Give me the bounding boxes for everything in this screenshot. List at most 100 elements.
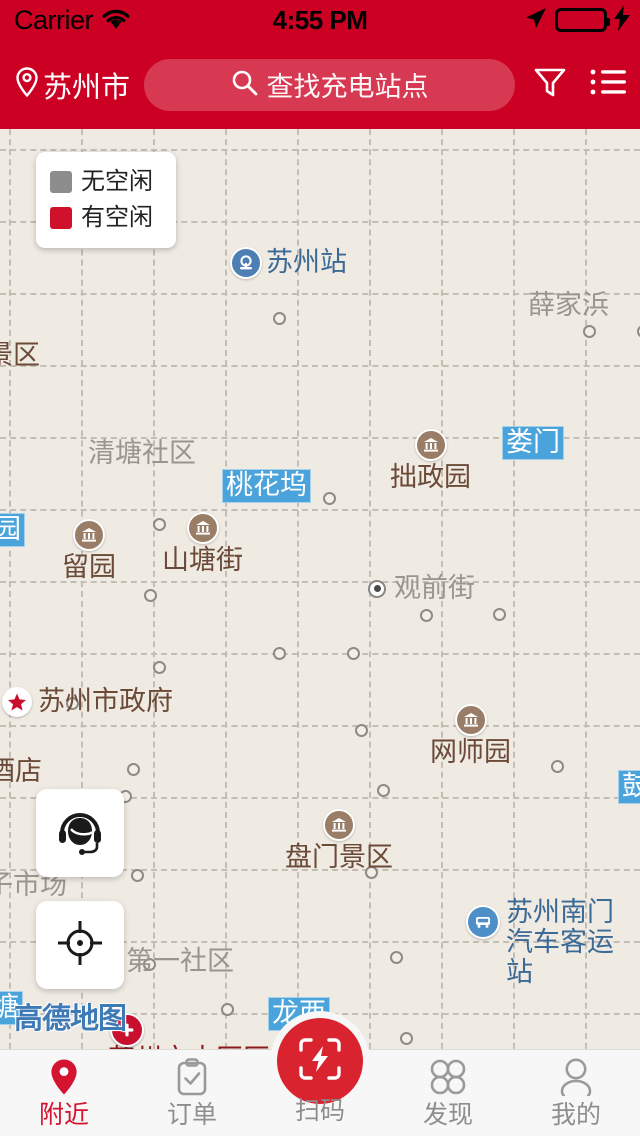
locate-me-button[interactable]	[36, 901, 124, 989]
charging-station-marker[interactable]	[127, 763, 140, 776]
poi-scenic-partial: 景区	[0, 340, 40, 370]
map-canvas[interactable]: 桃花坞娄门园鼓龙西塘 苏州站 薛家浜 清塘社区 拙政园 留园 山塘街 观前街	[0, 129, 640, 1049]
district-tag: 桃花坞	[222, 469, 311, 504]
tab-orders[interactable]: 订单	[128, 1050, 256, 1136]
poi-label: 第一社区	[126, 946, 234, 976]
tab-label: 扫码	[294, 1097, 345, 1125]
legend-item-available: 有空闲	[50, 200, 162, 236]
district-tag: 园	[0, 513, 25, 548]
tab-label: 附近	[38, 1101, 89, 1129]
search-placeholder: 查找充电站点	[266, 72, 429, 102]
dot-icon	[368, 579, 386, 598]
map-attribution: 高德地图	[14, 1003, 127, 1035]
star-icon	[2, 687, 32, 717]
poi-label: 苏州市政府	[38, 686, 173, 717]
search-input[interactable]: 查找充电站点	[144, 58, 515, 111]
charging-bolt-icon	[614, 4, 630, 36]
charging-station-marker[interactable]	[377, 784, 390, 797]
poi-label: 留园	[62, 552, 116, 582]
poi-shantangjie[interactable]: 山塘街	[162, 512, 243, 575]
poi-guanqianjie[interactable]: 观前街	[368, 573, 475, 603]
map-pin-icon	[47, 1058, 81, 1096]
charging-station-marker[interactable]	[323, 492, 336, 505]
charging-station-marker[interactable]	[273, 647, 286, 660]
battery-full-icon	[555, 8, 610, 32]
scan-button[interactable]	[277, 1018, 363, 1104]
list-view-icon[interactable]	[590, 66, 626, 103]
poi-label: 山塘街	[162, 545, 243, 575]
train-station-icon	[230, 247, 262, 279]
poi-zhuozhengyuan[interactable]: 拙政园	[390, 429, 471, 492]
headset-icon	[52, 803, 108, 864]
poi-label: 酒店	[0, 756, 42, 786]
charging-station-marker[interactable]	[400, 1032, 413, 1045]
poi-label: 景区	[0, 340, 40, 370]
poi-label: 网师园	[430, 737, 511, 767]
legend-card: 无空闲 有空闲	[36, 152, 176, 248]
grid-four-icon	[429, 1058, 467, 1096]
customer-support-button[interactable]	[36, 789, 124, 877]
charging-station-marker[interactable]	[390, 951, 403, 964]
bus-station-icon	[466, 905, 500, 939]
crosshair-icon	[54, 917, 106, 974]
charging-station-marker[interactable]	[221, 1003, 234, 1016]
clipboard-check-icon	[175, 1058, 209, 1096]
city-name: 苏州市	[43, 71, 131, 104]
poi-hotel-partial: 酒店	[0, 756, 42, 786]
city-selector-button[interactable]: 苏州市	[14, 64, 130, 106]
status-bar: Carrier 4:55 PM	[0, 0, 640, 40]
charging-station-marker[interactable]	[551, 760, 564, 773]
poi-south-gate-bus-station[interactable]: 苏州南门汽车客运站	[466, 897, 640, 988]
poi-wangshiyuan[interactable]: 网师园	[430, 704, 511, 767]
poi-panmen-scenic[interactable]: 盘门景区	[285, 809, 393, 872]
map-pin-icon	[14, 66, 40, 103]
charging-station-marker[interactable]	[144, 589, 157, 602]
charging-station-marker[interactable]	[131, 869, 144, 882]
poi-label: 清塘社区	[88, 438, 196, 468]
district-tag: 娄门	[502, 426, 564, 461]
filter-funnel-icon[interactable]	[532, 64, 568, 105]
app-header: 苏州市 查找充电站点	[0, 40, 640, 129]
charging-station-marker[interactable]	[583, 325, 596, 338]
monument-icon	[186, 512, 219, 544]
tab-profile[interactable]: 我的	[512, 1050, 640, 1136]
charging-station-marker[interactable]	[420, 609, 433, 622]
poi-suzhou-station[interactable]: 苏州站	[230, 247, 347, 279]
location-arrow-icon	[522, 5, 548, 36]
tab-label: 发现	[422, 1101, 473, 1129]
poi-label: 观前街	[394, 573, 475, 603]
poi-label: 盘门景区	[285, 842, 393, 872]
district-tag: 鼓	[618, 770, 640, 805]
legend-item-occupied: 无空闲	[50, 164, 162, 200]
charging-station-marker[interactable]	[273, 312, 286, 325]
user-icon	[558, 1058, 594, 1096]
poi-label: 薛家浜	[528, 290, 609, 320]
monument-icon	[73, 519, 105, 551]
poi-liuyuan[interactable]: 留园	[62, 519, 116, 582]
tab-bar: 附近 订单 扫码 发现 我的	[0, 1018, 640, 1136]
tab-nearby[interactable]: 附近	[0, 1050, 128, 1136]
poi-label: 拙政园	[390, 462, 471, 492]
poi-qingtang-community: 清塘社区	[88, 438, 196, 468]
charging-station-marker[interactable]	[153, 661, 166, 674]
charging-station-marker[interactable]	[347, 647, 360, 660]
tab-label: 我的	[550, 1101, 601, 1129]
tab-label: 订单	[166, 1101, 217, 1129]
poi-suzhou-government[interactable]: 苏州市政府	[2, 687, 173, 717]
tab-discover[interactable]: 发现	[384, 1050, 512, 1136]
legend-label: 无空闲	[81, 168, 153, 195]
poi-xuejiabang: 薛家浜	[528, 290, 609, 320]
monument-icon	[414, 429, 447, 461]
scan-bolt-icon	[297, 1036, 343, 1087]
poi-label: 苏州南门汽车客运站	[506, 897, 614, 988]
charging-station-marker[interactable]	[493, 608, 506, 621]
monument-icon	[323, 809, 355, 841]
poi-label: 苏州站	[266, 247, 347, 278]
red-square-icon	[50, 207, 72, 229]
monument-icon	[454, 704, 487, 736]
charging-station-marker[interactable]	[355, 724, 368, 737]
gray-square-icon	[50, 171, 72, 193]
legend-label: 有空闲	[81, 204, 153, 231]
tab-scan[interactable]: 扫码	[256, 1018, 384, 1136]
search-icon	[231, 69, 258, 101]
